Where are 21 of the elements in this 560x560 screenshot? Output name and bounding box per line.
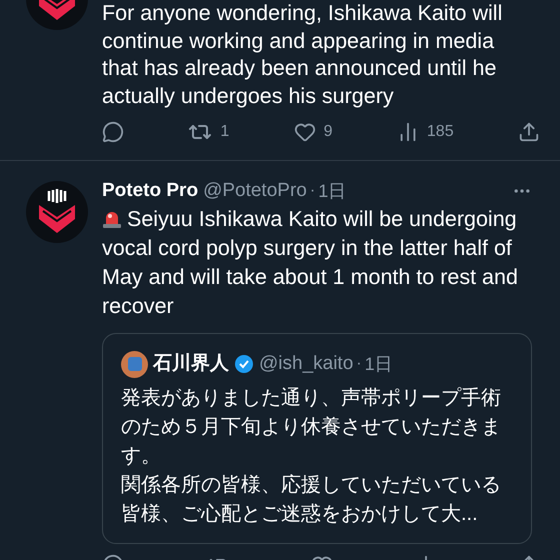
quote-card[interactable]: 石川界人 @ish_kaito· 1日 発表がありました通り、声帯ポリープ手術のため５月下旬より休養させていただきます。 関係各所の皆様、応援していただいている皆様、ご心配とご迷惑をおかけして大... — [102, 333, 532, 544]
author-handle[interactable]: @PotetoPro — [203, 176, 307, 206]
like-icon[interactable] — [294, 121, 316, 143]
view-count: 185 — [426, 122, 454, 142]
author-name[interactable]: 石川界人 — [153, 350, 229, 378]
retweet-count: 1 — [220, 122, 230, 142]
siren-icon — [102, 209, 122, 229]
author-name[interactable]: Poteto Pro — [102, 176, 198, 206]
chevron-logo-icon — [37, 189, 77, 235]
author-handle[interactable]: @ish_kaito — [259, 350, 354, 378]
quote-text: 関係各所の皆様、応援していただいている皆様、ご心配とご迷惑をおかけして大... — [121, 473, 502, 527]
reply-icon[interactable] — [102, 121, 124, 143]
separator-dot: · — [310, 181, 316, 201]
tweet-text: Seiyuu Ishikawa Kaito will be undergoing vocal cord polyp surgery in the latter half of May and will take about 1 month to rest and recover — [102, 206, 519, 320]
tweet-text: For anyone wondering, Ishikawa Kaito will continue working and appearing in media that has already been announced until he actually undergoes his surgery — [102, 0, 504, 110]
separator-dot: · — [356, 354, 362, 374]
post-time: 1日 — [364, 352, 393, 376]
like-count: 9 — [324, 122, 333, 142]
post-time: 1日 — [318, 180, 346, 202]
share-icon[interactable] — [518, 121, 540, 143]
quote-text: 発表がありました通り、声帯ポリープ手術のため５月下旬より休養させていただきます。 — [121, 386, 502, 469]
